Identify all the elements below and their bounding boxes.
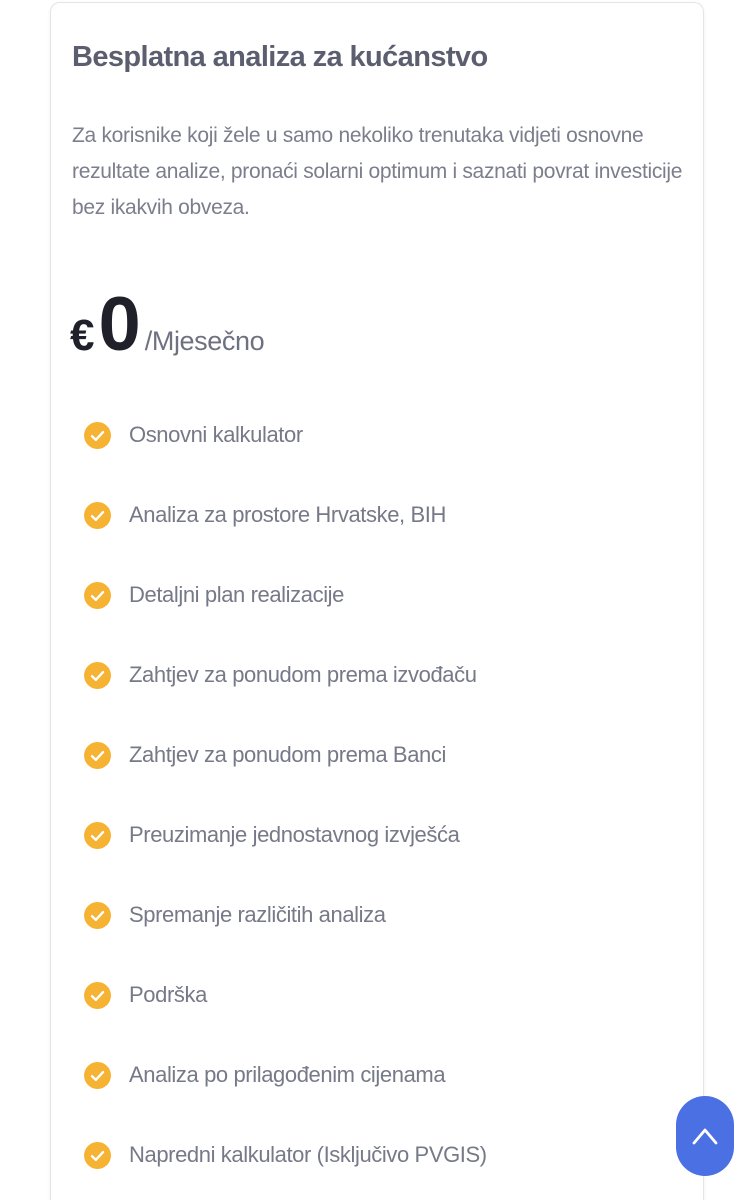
price-period: /Mjesečno (144, 326, 265, 356)
feature-item: Analiza za prostore Hrvatske, BIH (84, 493, 487, 573)
check-circle-icon (84, 662, 111, 689)
feature-label: Zahtjev za ponudom prema izvođaču (129, 662, 477, 687)
feature-label: Osnovni kalkulator (129, 422, 303, 447)
feature-item: Detaljni plan realizacije (84, 573, 487, 653)
price-amount: 0 (98, 282, 140, 367)
pricing-card: Besplatna analiza za kućanstvo Za korisn… (50, 2, 704, 1200)
scroll-to-top-button[interactable] (676, 1096, 734, 1176)
feature-label: Preuzimanje jednostavnog izvješća (129, 822, 460, 847)
feature-label: Napredni kalkulator (Isključivo PVGIS) (129, 1142, 487, 1167)
feature-label: Zahtjev za ponudom prema Banci (129, 742, 446, 767)
plan-description: Za korisnike koji žele u samo nekoliko t… (72, 124, 683, 219)
plan-title: Besplatna analiza za kućanstvo (72, 41, 488, 73)
feature-label: Podrška (129, 982, 207, 1007)
feature-item: Zahtjev za ponudom prema Banci (84, 733, 487, 813)
feature-item: Podrška (84, 973, 487, 1053)
check-circle-icon (84, 742, 111, 769)
check-circle-icon (84, 822, 111, 849)
feature-item: Spremanje različitih analiza (84, 893, 487, 973)
feature-label: Detaljni plan realizacije (129, 582, 345, 607)
plan-price: € 0 /Mjesečno (70, 281, 265, 371)
chevron-up-icon (692, 1128, 718, 1145)
page: Besplatna analiza za kućanstvo Za korisn… (0, 0, 740, 1200)
check-circle-icon (84, 582, 111, 609)
check-circle-icon (84, 1142, 111, 1169)
feature-label: Spremanje različitih analiza (129, 902, 386, 927)
feature-item: Analiza po prilagođenim cijenama (84, 1053, 487, 1133)
feature-label: Analiza po prilagođenim cijenama (129, 1062, 446, 1087)
check-circle-icon (84, 1062, 111, 1089)
feature-item: Osnovni kalkulator (84, 413, 487, 493)
feature-item: Napredni kalkulator (Isključivo PVGIS) (84, 1133, 487, 1200)
feature-label: Analiza za prostore Hrvatske, BIH (129, 502, 446, 527)
price-currency: € (70, 311, 95, 360)
check-circle-icon (84, 982, 111, 1009)
check-circle-icon (84, 422, 111, 449)
check-circle-icon (84, 502, 111, 529)
feature-list: Osnovni kalkulator Analiza za prostore H… (84, 413, 487, 1200)
check-circle-icon (84, 902, 111, 929)
feature-item: Preuzimanje jednostavnog izvješća (84, 813, 487, 893)
feature-item: Zahtjev za ponudom prema izvođaču (84, 653, 487, 733)
